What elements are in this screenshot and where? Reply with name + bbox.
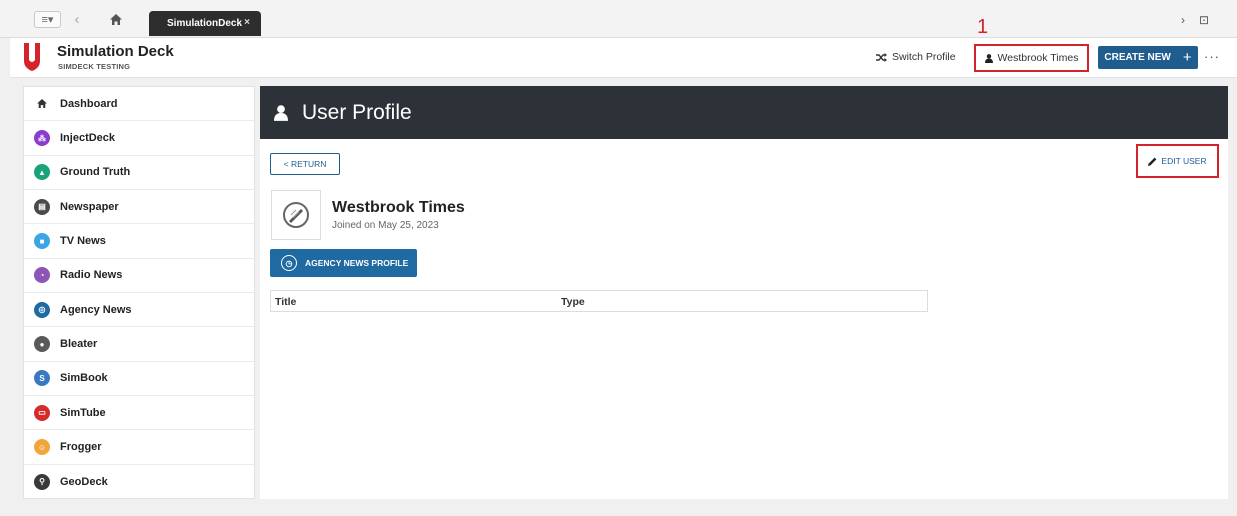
- app-name: Simulation Deck: [57, 43, 174, 60]
- app-subtitle: SIMDECK TESTING: [58, 62, 131, 71]
- pencil-icon: [1148, 157, 1157, 166]
- agency-news-profile-label: AGENCY NEWS PROFILE: [305, 258, 409, 268]
- sidebar-item-label: SimBook: [60, 372, 108, 385]
- edit-user-button[interactable]: EDIT USER: [1136, 144, 1219, 178]
- sidebar-item-label: GeoDeck: [60, 475, 108, 488]
- current-user-button[interactable]: Westbrook Times: [974, 44, 1089, 72]
- page-header: User Profile: [260, 86, 1228, 139]
- current-user-label: Westbrook Times: [997, 52, 1079, 64]
- browser-tab-strip: ≡▾ ‹ SimulationDeck × › ⊡: [0, 0, 1237, 38]
- tab-title: SimulationDeck: [167, 18, 243, 29]
- sidebar-item-label: Radio News: [60, 269, 123, 282]
- sidebar-item-label: Newspaper: [60, 200, 119, 213]
- sidebar-item-label: TV News: [60, 235, 106, 248]
- sidebar-item-frogger[interactable]: ☺ Frogger: [24, 430, 254, 465]
- sidebar-item-simtube[interactable]: ▭ SimTube: [24, 396, 254, 431]
- frogger-icon: ☺: [34, 439, 50, 456]
- sidebar-item-geodeck[interactable]: ⚲ GeoDeck: [24, 465, 254, 499]
- page-title: User Profile: [302, 100, 412, 124]
- sidebar-item-label: Agency News: [60, 303, 132, 316]
- plus-icon: +: [1182, 49, 1192, 66]
- sidebar-item-label: Dashboard: [60, 97, 118, 110]
- tv-news-icon: ■: [34, 233, 50, 250]
- forward-arrow-icon[interactable]: ›: [1181, 13, 1185, 27]
- bleater-icon: ●: [34, 336, 50, 353]
- avatar: [271, 190, 321, 240]
- sidebar-item-ground-truth[interactable]: ▲ Ground Truth: [24, 156, 254, 191]
- sidebar-item-label: InjectDeck: [60, 132, 116, 145]
- home-tab-icon[interactable]: [106, 11, 126, 28]
- sidebar-item-label: Bleater: [60, 338, 98, 351]
- sidebar-item-radio-news[interactable]: ◔ Radio News: [24, 259, 254, 294]
- sidebar-item-tv-news[interactable]: ■ TV News: [24, 224, 254, 259]
- radio-news-icon: ◔: [34, 267, 50, 284]
- shuffle-icon: [876, 52, 887, 62]
- create-new-label: CREATE NEW: [1104, 52, 1171, 63]
- user-icon: [984, 53, 993, 63]
- simbook-icon: S: [34, 370, 50, 387]
- agency-news-icon: ◎: [34, 301, 50, 318]
- edit-user-label: EDIT USER: [1161, 156, 1207, 166]
- agency-news-profile-button[interactable]: ◷ AGENCY NEWS PROFILE: [270, 249, 417, 277]
- return-button[interactable]: < RETURN: [270, 153, 340, 175]
- back-arrow-icon[interactable]: ‹: [70, 11, 84, 28]
- app-header: Simulation Deck SIMDECK TESTING Switch P…: [10, 38, 1237, 78]
- sidebar-item-simbook[interactable]: S SimBook: [24, 362, 254, 397]
- user-icon: [274, 104, 288, 121]
- switch-profile-label: Switch Profile: [892, 51, 956, 63]
- sidebar: Dashboard ⁂ InjectDeck ▲ Ground Truth ▤ …: [23, 86, 255, 499]
- simdeck-logo-icon: [24, 43, 40, 71]
- geodeck-icon: ⚲: [34, 473, 50, 490]
- sidebar-item-label: SimTube: [60, 406, 106, 419]
- create-new-button[interactable]: CREATE NEW +: [1098, 46, 1198, 69]
- simtube-icon: ▭: [34, 404, 50, 421]
- profile-joined-date: Joined on May 25, 2023: [332, 220, 439, 231]
- posts-table: Title Type: [270, 290, 928, 312]
- annotation-1: 1: [977, 16, 989, 38]
- sidebar-item-dashboard[interactable]: Dashboard: [24, 87, 254, 122]
- sidebar-item-label: Frogger: [60, 441, 102, 454]
- tab-menu-button[interactable]: ≡▾: [34, 11, 61, 28]
- ground-truth-icon: ▲: [34, 164, 50, 181]
- sidebar-item-bleater[interactable]: ● Bleater: [24, 327, 254, 362]
- more-options-icon[interactable]: ···: [1204, 49, 1220, 64]
- sidebar-item-newspaper[interactable]: ▤ Newspaper: [24, 190, 254, 225]
- injectdeck-icon: ⁂: [34, 130, 50, 147]
- sidebar-item-label: Ground Truth: [60, 166, 131, 179]
- profile-content: < RETURN EDIT USER Westbrook Times Joine…: [260, 139, 1228, 499]
- agency-news-icon: ◷: [281, 255, 297, 271]
- tab-simulationdeck[interactable]: SimulationDeck ×: [149, 11, 261, 36]
- page-view-icon[interactable]: ⊡: [1199, 13, 1209, 27]
- profile-name: Westbrook Times: [332, 199, 465, 216]
- table-header-type: Type: [561, 296, 585, 308]
- close-tab-icon[interactable]: ×: [244, 17, 250, 28]
- newspaper-icon: ▤: [34, 198, 50, 215]
- agency-logo-icon: [283, 202, 309, 228]
- switch-profile-button[interactable]: Switch Profile: [876, 51, 956, 63]
- sidebar-item-agency-news[interactable]: ◎ Agency News: [24, 293, 254, 328]
- table-header-title: Title: [275, 296, 297, 308]
- sidebar-item-injectdeck[interactable]: ⁂ InjectDeck: [24, 121, 254, 156]
- home-icon: [34, 95, 50, 112]
